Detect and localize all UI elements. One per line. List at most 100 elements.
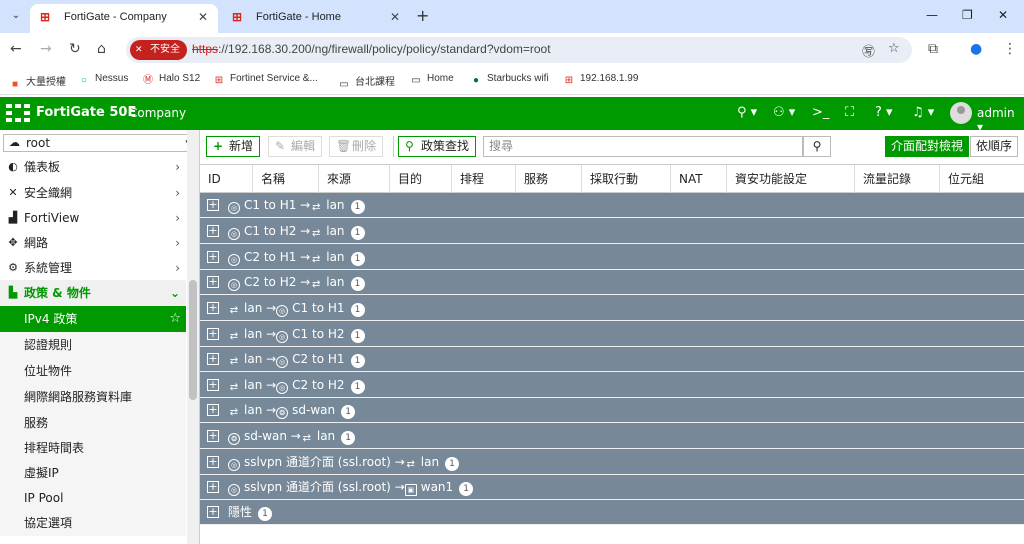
column-header-service[interactable]: 服務	[516, 165, 582, 193]
table-row[interactable]: + ◎ sslvpn 通道介面 (ssl.root) → ▣ wan1 1	[200, 475, 1024, 500]
interface-pair-view-button[interactable]: 介面配對檢視	[885, 136, 970, 157]
restore-icon[interactable]: ❐	[962, 8, 973, 22]
expand-icon[interactable]: +	[207, 251, 219, 263]
column-header-destination[interactable]: 目的	[390, 165, 452, 193]
bookmark-item[interactable]: ▭ Home	[410, 73, 453, 87]
minimize-icon[interactable]: —	[926, 8, 938, 22]
menu-icon[interactable]: ⋮	[1003, 41, 1017, 57]
back-icon[interactable]: ←	[10, 41, 22, 57]
sidebar-item-network[interactable]: ✥ 網路 ›	[0, 230, 186, 256]
expand-icon[interactable]: +	[207, 302, 219, 314]
column-header-log[interactable]: 流量記錄	[855, 165, 940, 193]
tab-search-icon[interactable]: ⌄	[6, 6, 26, 26]
table-row[interactable]: + ◎ C2 to H2 → ⇄ lan 1	[200, 270, 1024, 295]
expand-icon[interactable]: +	[207, 199, 219, 211]
table-row[interactable]: + ◎ sslvpn 通道介面 (ssl.root) → ⇄ lan 1	[200, 450, 1024, 475]
close-icon[interactable]: ✕	[198, 4, 208, 30]
column-header-security-profiles[interactable]: 資安功能設定	[727, 165, 855, 193]
search-icon[interactable]: ⚲ ▾	[737, 105, 757, 120]
table-row[interactable]: + ⇄ lan → ◎ C1 to H1 1	[200, 296, 1024, 321]
expand-icon[interactable]: +	[207, 225, 219, 237]
bookmark-item[interactable]: ● Starbucks wifi	[470, 73, 549, 87]
table-row[interactable]: + 隱性 1	[200, 500, 1024, 525]
close-window-icon[interactable]: ✕	[998, 8, 1008, 22]
column-header-id[interactable]: ID	[200, 165, 253, 193]
fabric-icon[interactable]: ⚇ ▾	[773, 105, 795, 120]
scrollbar-thumb[interactable]	[189, 280, 197, 400]
expand-icon[interactable]: +	[207, 353, 219, 365]
sidebar-item-auth-rules[interactable]: 認證規則	[0, 332, 186, 358]
close-icon[interactable]: ✕	[390, 4, 400, 30]
by-sequence-button[interactable]: 依順序	[970, 136, 1019, 157]
new-tab-icon[interactable]: +	[416, 6, 429, 25]
bookmark-item[interactable]: ⊞ 192.168.1.99	[563, 73, 639, 87]
insecure-badge[interactable]: 不安全	[130, 40, 187, 60]
expand-icon[interactable]: +	[207, 379, 219, 391]
search-button[interactable]: ⚲	[803, 136, 831, 157]
url-field[interactable]: 不安全 https://192.168.30.200/ng/firewall/p…	[126, 37, 912, 63]
edit-button[interactable]: ✎ 編輯	[268, 136, 323, 157]
avatar[interactable]	[950, 102, 972, 124]
expand-icon[interactable]: +	[207, 506, 219, 518]
sidebar-item-services[interactable]: 服務	[0, 410, 186, 436]
bookmark-item[interactable]: Ⓜ Halo S12	[142, 73, 200, 87]
sidebar-item-policy-objects[interactable]: ▙ 政策 & 物件 ⌄	[0, 280, 186, 306]
table-row[interactable]: + ❂ sd-wan → ⇄ lan 1	[200, 424, 1024, 449]
sidebar-item-system[interactable]: ⚙ 系統管理 ›	[0, 255, 186, 281]
tab-fortigate-company[interactable]: ⊞ FortiGate - Company ✕	[30, 4, 218, 33]
column-header-nat[interactable]: NAT	[671, 165, 727, 193]
help-icon[interactable]: ? ▾	[875, 105, 893, 120]
column-header-source[interactable]: 來源	[319, 165, 390, 193]
column-header-bytes[interactable]: 位元組	[940, 165, 1024, 193]
vdom-select[interactable]: root	[3, 134, 197, 152]
table-row[interactable]: + ◎ C1 to H1 → ⇄ lan 1	[200, 193, 1024, 218]
extensions-icon[interactable]: ⧉	[928, 41, 938, 57]
dashboard-icon: ◐	[8, 160, 18, 173]
expand-icon[interactable]: +	[207, 481, 219, 493]
table-row[interactable]: + ⇄ lan → ◎ C1 to H2 1	[200, 322, 1024, 347]
sidebar-item-protocol-options[interactable]: 協定選項	[0, 510, 186, 536]
table-row[interactable]: + ⇄ lan → ◎ C2 to H2 1	[200, 373, 1024, 398]
expand-icon[interactable]: +	[207, 328, 219, 340]
expand-icon[interactable]: +	[207, 276, 219, 288]
table-row[interactable]: + ◎ C2 to H1 → ⇄ lan 1	[200, 245, 1024, 270]
expand-icon[interactable]: +	[207, 404, 219, 416]
sidebar-item-security-fabric[interactable]: ✕ 安全織網 ›	[0, 180, 186, 206]
sidebar-item-ipv4-policy[interactable]: IPv4 政策 ☆	[0, 306, 186, 332]
bookmark-item[interactable]: ○ Nessus	[78, 73, 128, 87]
policy-lookup-button[interactable]: ⚲ 政策查找	[398, 136, 477, 157]
bell-icon[interactable]: ♫ ▾	[912, 105, 934, 120]
bookmark-item[interactable]: ⊞ Fortinet Service &...	[213, 73, 318, 87]
star-icon[interactable]: ☆	[888, 41, 900, 56]
sidebar-item-schedules[interactable]: 排程時間表	[0, 435, 186, 461]
column-header-name[interactable]: 名稱	[253, 165, 319, 193]
bookmark-item[interactable]: ■ 大量授權	[9, 73, 66, 91]
tab-fortigate-home[interactable]: ⊞ FortiGate - Home ✕	[222, 4, 410, 33]
home-icon[interactable]: ⌂	[97, 41, 106, 57]
sidebar-item-isdb[interactable]: 網際網路服務資料庫	[0, 384, 186, 410]
sidebar-item-ip-pool[interactable]: IP Pool	[0, 485, 186, 511]
expand-icon[interactable]: +	[207, 456, 219, 468]
table-row[interactable]: + ◎ C1 to H2 → ⇄ lan 1	[200, 219, 1024, 244]
column-header-action[interactable]: 採取行動	[582, 165, 671, 193]
sidebar-item-virtual-ip[interactable]: 虛擬IP	[0, 460, 186, 486]
cli-icon[interactable]: >_	[812, 105, 829, 120]
search-input[interactable]: 搜尋	[483, 136, 803, 157]
add-button[interactable]: + 新增	[206, 136, 261, 157]
table-row[interactable]: + ⇄ lan → ◎ C2 to H1 1	[200, 347, 1024, 372]
bookmark-item[interactable]: ▭ 台北課程	[338, 73, 395, 91]
sidebar-item-addresses[interactable]: 位址物件	[0, 358, 186, 384]
delete-button[interactable]: 🗑 刪除	[329, 136, 384, 157]
reload-icon[interactable]: ↻	[69, 41, 81, 57]
expand-icon[interactable]: +	[207, 430, 219, 442]
fullscreen-icon[interactable]: ⛶	[845, 105, 854, 120]
sidebar-scrollbar[interactable]	[187, 130, 199, 544]
translate-icon[interactable]: ㊢	[862, 41, 875, 60]
star-icon[interactable]: ☆	[169, 306, 181, 332]
sidebar-item-fortiview[interactable]: ▟ FortiView ›	[0, 205, 186, 231]
table-row[interactable]: + ⇄ lan → ❂ sd-wan 1	[200, 398, 1024, 423]
sidebar-item-dashboard[interactable]: ◐ 儀表板 ›	[0, 154, 186, 180]
forward-icon[interactable]: →	[40, 41, 52, 57]
profile-icon[interactable]: ●	[970, 41, 982, 57]
column-header-schedule[interactable]: 排程	[452, 165, 516, 193]
